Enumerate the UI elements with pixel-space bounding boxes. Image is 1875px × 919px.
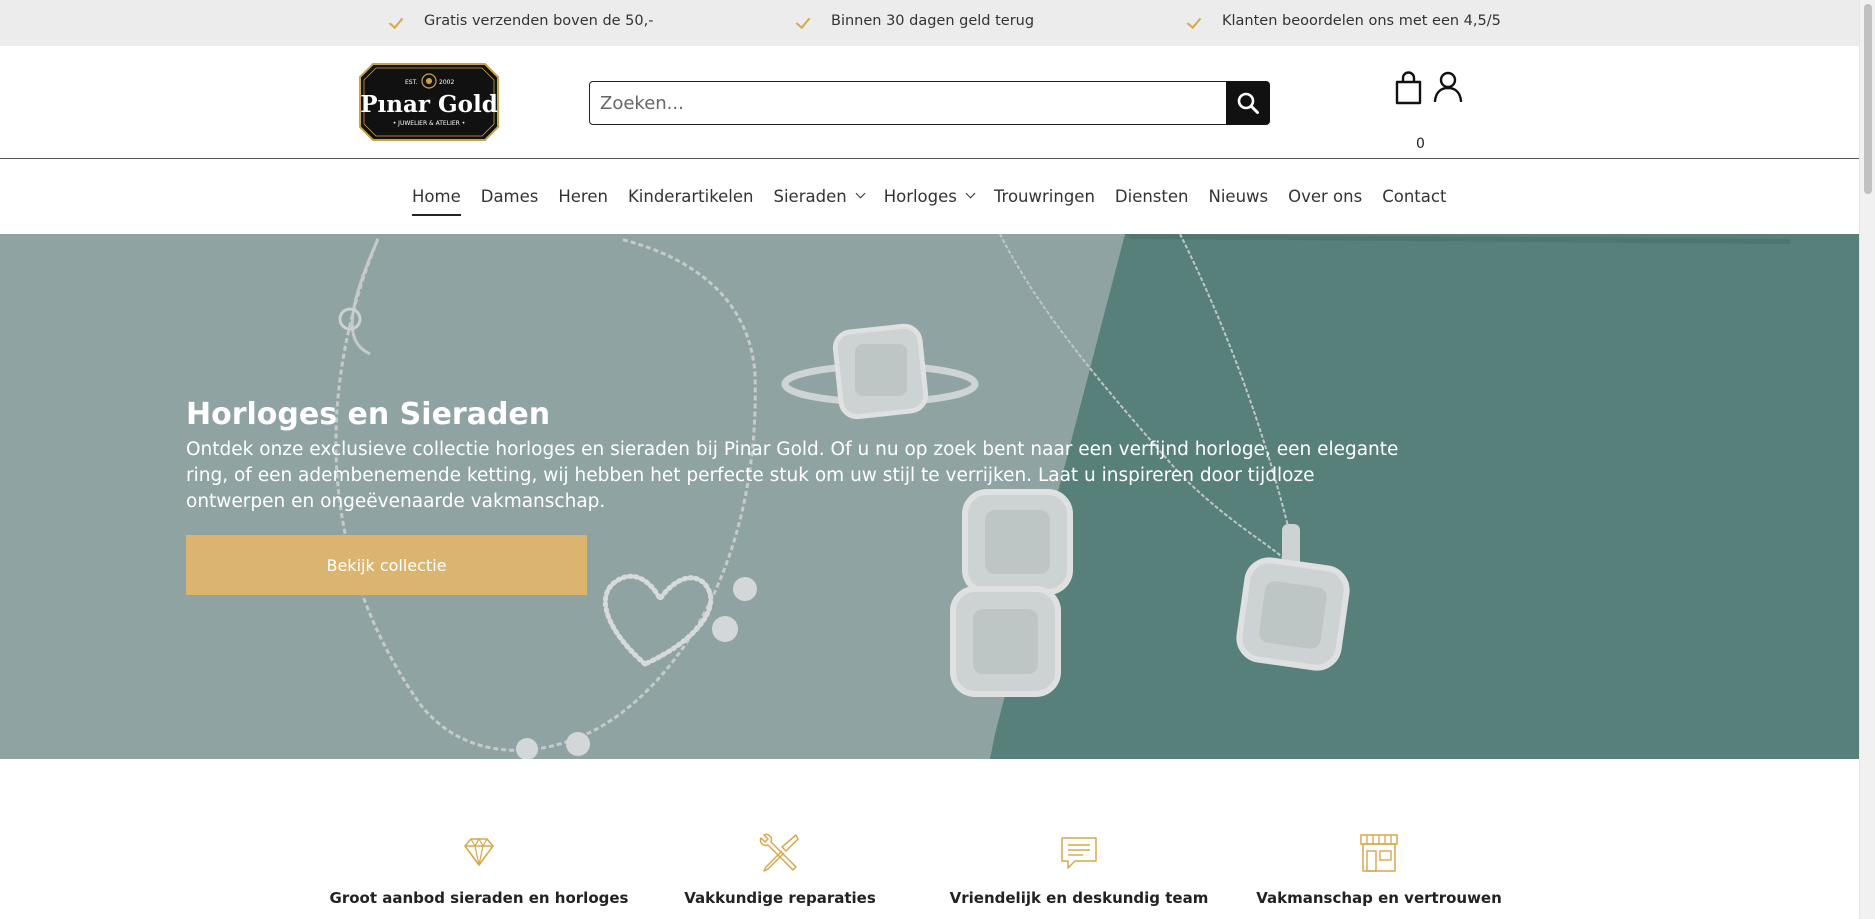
cart-count: 0 [1416,136,1425,152]
storefront-icon [1360,834,1398,872]
chat-icon [1061,837,1097,869]
diamond-icon [464,837,494,866]
scrollbar-thumb[interactable] [1864,4,1872,194]
feature-label: Groot aanbod sieraden en horloges [329,889,629,907]
usp-item-refund: Binnen 30 dagen geld terug [793,11,1034,31]
feature-label: Vriendelijk en deskundig team [949,889,1209,907]
search-button[interactable] [1226,81,1270,125]
features-row: Groot aanbod sieraden en horloges Vakkun… [0,759,1859,919]
nav-item-trouwringen[interactable]: Trouwringen [994,159,1095,234]
feature-repairs: Vakkundige reparaties [630,831,930,907]
account-button[interactable] [1432,70,1464,103]
cart-button[interactable] [1394,70,1426,106]
feature-label: Vakkundige reparaties [684,889,876,907]
view-collection-button[interactable]: Bekijk collectie [186,535,587,595]
nav-item-heren[interactable]: Heren [558,159,608,234]
feature-team: Vriendelijk en deskundig team [929,831,1229,907]
hero-banner: Horloges en Sieraden Ontdek onze exclusi… [0,234,1859,759]
hero-title: Horloges en Sieraden [186,397,551,432]
site-header: EST. 2002 Pınar Gold • JUWELIER & ATELIE… [0,46,1859,159]
nav-item-contact[interactable]: Contact [1382,159,1446,234]
nav-item-diensten[interactable]: Diensten [1115,159,1189,234]
check-icon [793,12,813,32]
logo-tagline: • JUWELIER & ATELIER • [393,120,466,127]
logo[interactable]: EST. 2002 Pınar Gold • JUWELIER & ATELIE… [359,63,499,141]
nav-item-over-ons[interactable]: Over ons [1288,159,1362,234]
search-bar [589,81,1270,125]
nav-item-nieuws[interactable]: Nieuws [1208,159,1268,234]
nav-item-kinderartikelen[interactable]: Kinderartikelen [628,159,754,234]
hero-description: Ontdek onze exclusieve collectie horloge… [186,439,1399,512]
feature-label: Vakmanschap en vertrouwen [1256,889,1502,907]
nav-item-horloges[interactable]: Horloges [884,159,976,234]
nav-list: Home Dames Heren Kinderartikelen Sierade… [412,159,1446,234]
usp-text: Klanten beoordelen ons met een 4,5/5 [1222,13,1501,29]
search-icon [1237,92,1259,114]
usp-bar: Gratis verzenden boven de 50,- Binnen 30… [0,0,1859,46]
main-nav: Home Dames Heren Kinderartikelen Sierade… [0,159,1859,234]
nav-item-dames[interactable]: Dames [481,159,539,234]
tools-icon [759,833,799,872]
nav-item-sieraden[interactable]: Sieraden [774,159,866,234]
feature-assortment: Groot aanbod sieraden en horloges [329,831,629,907]
logo-est: EST. [405,79,418,86]
chevron-down-icon [855,188,866,199]
usp-text: Gratis verzenden boven de 50,- [424,13,654,29]
logo-year: 2002 [439,79,454,86]
page: Gratis verzenden boven de 50,- Binnen 30… [0,0,1859,919]
shopping-bag-icon [1395,71,1422,105]
usp-text: Binnen 30 dagen geld terug [831,13,1035,29]
nav-item-home[interactable]: Home [412,159,461,234]
usp-item-rating: Klanten beoordelen ons met een 4,5/5 [1184,11,1501,31]
usp-item-shipping: Gratis verzenden boven de 50,- [386,11,653,31]
check-icon [386,12,406,32]
scrollbar[interactable] [1859,0,1875,919]
logo-name: Pınar Gold [360,91,498,118]
user-icon [1433,71,1463,103]
chevron-down-icon [965,188,976,199]
feature-craftsmanship: Vakmanschap en vertrouwen [1229,831,1529,907]
search-input[interactable] [589,81,1226,125]
check-icon [1184,12,1204,32]
